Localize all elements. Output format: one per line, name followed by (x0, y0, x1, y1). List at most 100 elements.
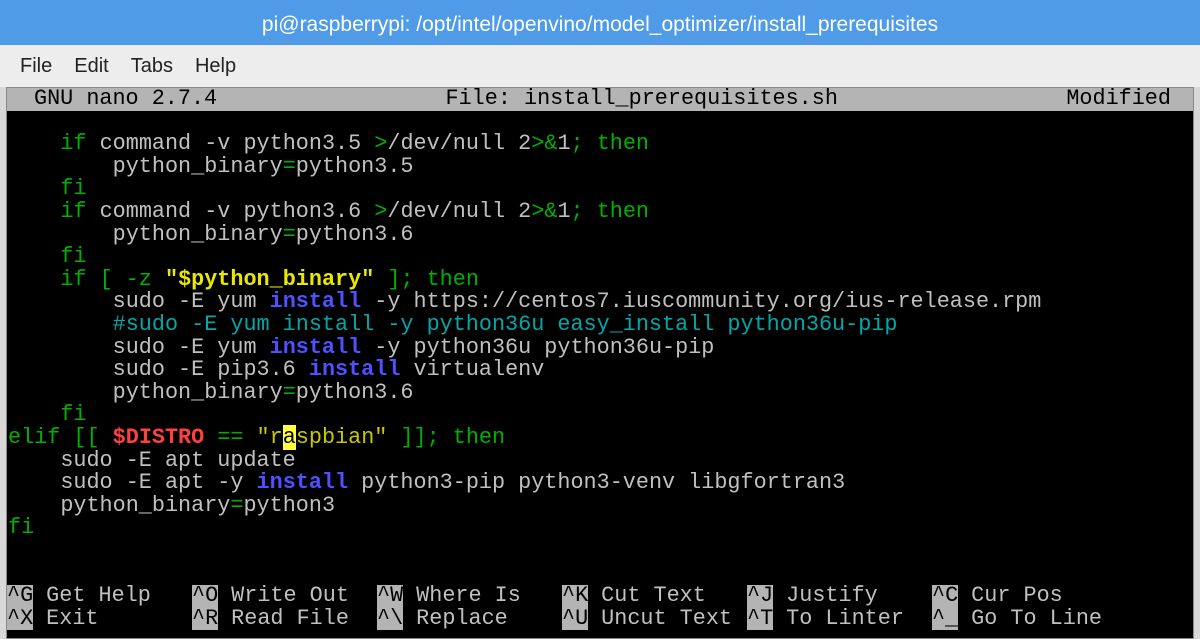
shortcut-key: ^W (377, 583, 404, 608)
menu-edit[interactable]: Edit (64, 55, 118, 78)
terminal[interactable]: GNU nano 2.7.4 File: install_prerequisit… (6, 87, 1194, 639)
shortcut-item[interactable]: ^_ Go To Line (932, 605, 1117, 631)
shortcut-row: ^G Get Help ^O Write Out ^W Where Is ^K Cut Tex… (7, 583, 1117, 608)
shortcut-label: Justify (786, 583, 878, 608)
shortcut-label: Go To Line (971, 605, 1102, 631)
code-token: elif [[ (8, 424, 113, 450)
menu-help[interactable]: Help (185, 55, 246, 78)
code-token: python_binary (8, 221, 283, 247)
code-token: python_binary (8, 379, 283, 405)
code-token: "$python_binary" (164, 266, 375, 292)
code-token: #sudo -E yum install -y python36u easy_i… (8, 311, 898, 337)
code-line: if command -v python3.6 >/dev/null 2>&1;… (7, 198, 1193, 224)
editor-buffer[interactable]: if command -v python3.5 >/dev/null 2>&1;… (7, 111, 1193, 585)
code-token: command -v python3.6 (86, 198, 375, 224)
code-token: install (256, 470, 349, 496)
menu-tabs[interactable]: Tabs (121, 55, 183, 78)
code-token: install (269, 334, 362, 360)
nano-status: Modified (1066, 87, 1171, 111)
code-token: == (204, 424, 257, 450)
code-line: fi (7, 244, 1193, 270)
code-token: -y https://centos7.iuscommunity.org/ius-… (361, 289, 1042, 315)
code-token: python3.6 (295, 221, 414, 247)
code-token: sudo -E apt -y (8, 470, 257, 496)
shortcut-label: Replace (416, 605, 508, 631)
shortcut-item[interactable]: ^\ Replace (377, 605, 562, 631)
shortcut-label: Cur Pos (971, 583, 1063, 608)
shortcut-item[interactable]: ^O Write Out (192, 583, 377, 608)
window-title-bar[interactable]: pi@raspberrypi: /opt/intel/openvino/mode… (0, 0, 1200, 45)
code-token: 1 (557, 131, 571, 157)
code-token: sudo -E apt update (8, 447, 296, 473)
shortcut-label: Cut Text (601, 583, 706, 608)
code-token: if [ -z (60, 266, 165, 292)
code-line: sudo -E apt -y install python3-pip pytho… (7, 470, 1193, 496)
shortcut-key: ^G (7, 583, 34, 608)
code-token: sudo -E yum (8, 334, 270, 360)
shortcut-item[interactable]: ^T To Linter (747, 605, 932, 631)
shortcut-key: ^\ (377, 605, 404, 631)
shortcut-item[interactable]: ^C Cur Pos (932, 583, 1117, 608)
shortcut-key: ^R (192, 605, 219, 631)
code-token: spbian" (295, 424, 388, 450)
code-token: python_binary (8, 492, 231, 518)
shortcut-item[interactable]: ^K Cut Text (562, 583, 747, 608)
code-token: if (60, 131, 87, 157)
code-token: 1 (557, 198, 571, 224)
code-token: if (60, 198, 87, 224)
nano-version: GNU nano 2.7.4 (34, 87, 218, 111)
code-line: fi (7, 515, 1193, 541)
shortcut-row: ^X Exit ^R Read File ^\ Replace ^U Uncut Text ^T… (7, 605, 1117, 631)
shortcut-label: Get Help (46, 583, 151, 608)
shortcut-item[interactable]: ^J Justify (747, 583, 932, 608)
shortcut-item[interactable]: ^G Get Help (7, 583, 192, 608)
code-line: sudo -E apt update (7, 447, 1193, 473)
code-token: ]; then (374, 266, 479, 292)
code-line: fi (7, 178, 1193, 201)
code-token: = (282, 379, 296, 405)
shortcut-label: Write Out (231, 583, 349, 608)
code-line: python_binary=python3.6 (7, 221, 1193, 247)
code-token: /dev/null 2 (387, 198, 532, 224)
code-line: #sudo -E yum install -y python36u easy_i… (7, 311, 1193, 337)
code-line: python_binary=python3.6 (7, 379, 1193, 405)
shortcut-key: ^X (7, 605, 34, 631)
shortcut-key: ^_ (932, 605, 959, 631)
code-token: = (282, 221, 296, 247)
nano-header: GNU nano 2.7.4 File: install_prerequisit… (7, 88, 1193, 111)
text-cursor: a (282, 424, 296, 450)
shortcut-label: To Linter (786, 605, 904, 631)
code-token: ; then (570, 198, 650, 224)
shortcut-item[interactable]: ^X Exit (7, 605, 192, 631)
code-line: fi (7, 404, 1193, 427)
shortcut-key: ^J (747, 583, 774, 608)
menu-file[interactable]: File (10, 55, 62, 78)
shortcut-item[interactable]: ^U Uncut Text (562, 605, 747, 631)
shortcut-key: ^T (747, 605, 774, 631)
code-token: >& (531, 198, 558, 224)
shortcut-label: Uncut Text (601, 605, 732, 631)
code-token: sudo -E yum (8, 289, 270, 315)
code-line: python_binary=python3.5 (7, 153, 1193, 179)
code-token: python3.5 (295, 153, 414, 179)
code-token: fi (60, 244, 87, 270)
shortcut-key: ^U (562, 605, 589, 631)
shortcut-item[interactable]: ^W Where Is (377, 583, 562, 608)
code-token: >& (531, 131, 558, 157)
shortcut-item[interactable]: ^R Read File (192, 605, 377, 631)
code-token: = (230, 492, 244, 518)
code-line: sudo -E yum install -y https://centos7.i… (7, 291, 1193, 314)
code-token: install (308, 357, 401, 383)
code-token: fi (8, 515, 35, 541)
menu-bar: File Edit Tabs Help (0, 45, 1200, 87)
shortcut-label: Read File (231, 605, 349, 631)
code-token: virtualenv (400, 357, 545, 383)
code-token: = (282, 153, 296, 179)
